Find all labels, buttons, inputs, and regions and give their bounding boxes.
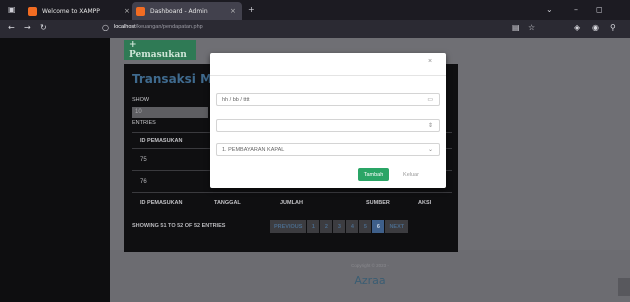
pagination-page[interactable]: 1 bbox=[307, 220, 320, 233]
tab-title: Dashboard - Admin bbox=[150, 7, 208, 15]
footer-brand[interactable]: Azraa bbox=[110, 274, 630, 287]
browser-tab-strip: ▣ Welcome to XAMPP × Dashboard - Admin ×… bbox=[0, 0, 630, 20]
column-footer-jumlah: JUMLAH bbox=[280, 199, 303, 206]
table-footer-row: ID PEMASUKAN TANGGAL JUMLAH SUMBER AKSI bbox=[132, 192, 452, 212]
tab-close-icon[interactable]: × bbox=[124, 7, 130, 15]
column-header-id[interactable]: ID PEMASUKAN bbox=[140, 133, 182, 148]
modal-divider bbox=[210, 75, 446, 76]
pagination-page[interactable]: 2 bbox=[320, 220, 333, 233]
url-host: localhost bbox=[114, 24, 136, 30]
minimize-icon[interactable]: – bbox=[574, 5, 578, 14]
new-tab-button[interactable]: + bbox=[248, 5, 255, 14]
forward-icon[interactable]: → bbox=[24, 23, 31, 32]
amount-input[interactable]: ⇕ bbox=[216, 119, 440, 132]
url-path: /keuangan/pendapatan.php bbox=[135, 24, 203, 30]
add-pemasukan-button[interactable]: + Pemasukan bbox=[124, 40, 196, 60]
bookmark-star-icon[interactable]: ☆ bbox=[528, 23, 535, 32]
sidebar bbox=[0, 38, 110, 302]
url-bar[interactable]: localhost/keuangan/pendapatan.php bbox=[114, 24, 203, 30]
table-info: SHOWING 51 TO 52 OF 52 ENTRIES bbox=[132, 222, 244, 230]
calendar-icon[interactable]: ▭ bbox=[427, 96, 433, 103]
cell-id: 76 bbox=[140, 178, 147, 185]
copyright-text: Copyright © 2023 - bbox=[351, 263, 389, 268]
pagination-previous[interactable]: PREVIOUS bbox=[270, 220, 307, 233]
add-income-modal: × hh / bb / tttt ▭ ⇕ 1. PEMBAYARAN KAPAL… bbox=[210, 53, 446, 188]
column-footer-tanggal: TANGGAL bbox=[214, 199, 241, 206]
scroll-to-top-button[interactable] bbox=[618, 278, 630, 296]
pagination-page-active[interactable]: 6 bbox=[372, 220, 385, 233]
extensions-icon[interactable]: ⚲ bbox=[610, 23, 616, 32]
source-select-value: 1. PEMBAYARAN KAPAL bbox=[222, 147, 285, 153]
tab-list-icon[interactable]: ⌄ bbox=[546, 5, 553, 14]
pocket-icon[interactable]: ◈ bbox=[574, 23, 580, 32]
tab-title: Welcome to XAMPP bbox=[42, 7, 100, 15]
column-footer-id: ID PEMASUKAN bbox=[140, 199, 183, 206]
card-title: Transaksi Ma bbox=[132, 72, 221, 86]
modal-close-icon[interactable]: × bbox=[428, 58, 432, 65]
number-stepper-icon[interactable]: ⇕ bbox=[428, 122, 433, 129]
cancel-button[interactable]: Keluar bbox=[399, 168, 423, 181]
xampp-favicon-icon bbox=[136, 6, 145, 16]
account-icon[interactable]: ◉ bbox=[592, 23, 599, 32]
pagination-page[interactable]: 4 bbox=[346, 220, 359, 233]
entries-label: ENTRIES bbox=[132, 120, 156, 126]
show-label: SHOW bbox=[132, 97, 150, 103]
pagination: PREVIOUS 1 2 3 4 5 6 NEXT bbox=[270, 220, 409, 233]
shield-icon[interactable]: ○ bbox=[102, 23, 109, 32]
date-input[interactable]: hh / bb / tttt ▭ bbox=[216, 93, 440, 106]
browser-nav-bar: ← → ↻ ○ localhost/keuangan/pendapatan.ph… bbox=[0, 20, 630, 38]
column-footer-aksi: AKSI bbox=[418, 199, 432, 206]
tab-dashboard-admin[interactable]: Dashboard - Admin × bbox=[132, 2, 242, 20]
chevron-down-icon: ⌄ bbox=[427, 147, 433, 153]
table-info-text: SHOWING 51 TO 52 OF 52 ENTRIES bbox=[132, 223, 226, 229]
pagination-page[interactable]: 3 bbox=[333, 220, 346, 233]
back-icon[interactable]: ← bbox=[8, 23, 15, 32]
pagination-page[interactable]: 5 bbox=[359, 220, 372, 233]
xampp-favicon-icon bbox=[28, 6, 37, 16]
reload-icon[interactable]: ↻ bbox=[40, 23, 47, 32]
entries-per-page-select[interactable]: 10 bbox=[132, 107, 208, 118]
tab-close-icon[interactable]: × bbox=[230, 7, 236, 15]
source-select[interactable]: 1. PEMBAYARAN KAPAL ⌄ bbox=[216, 143, 440, 156]
tab-overview-icon[interactable]: ▣ bbox=[8, 5, 16, 14]
submit-button[interactable]: Tambah bbox=[358, 168, 389, 181]
date-placeholder: hh / bb / tttt bbox=[222, 97, 250, 103]
pagination-next[interactable]: NEXT bbox=[385, 220, 409, 233]
maximize-icon[interactable]: ◻ bbox=[596, 5, 603, 14]
tab-welcome-xampp[interactable]: Welcome to XAMPP × bbox=[28, 2, 130, 20]
footer: Copyright © 2023 - Azraa bbox=[110, 250, 630, 302]
column-footer-sumber: SUMBER bbox=[366, 199, 390, 206]
reader-view-icon[interactable]: ▤ bbox=[512, 23, 520, 32]
cell-id: 75 bbox=[140, 156, 147, 163]
